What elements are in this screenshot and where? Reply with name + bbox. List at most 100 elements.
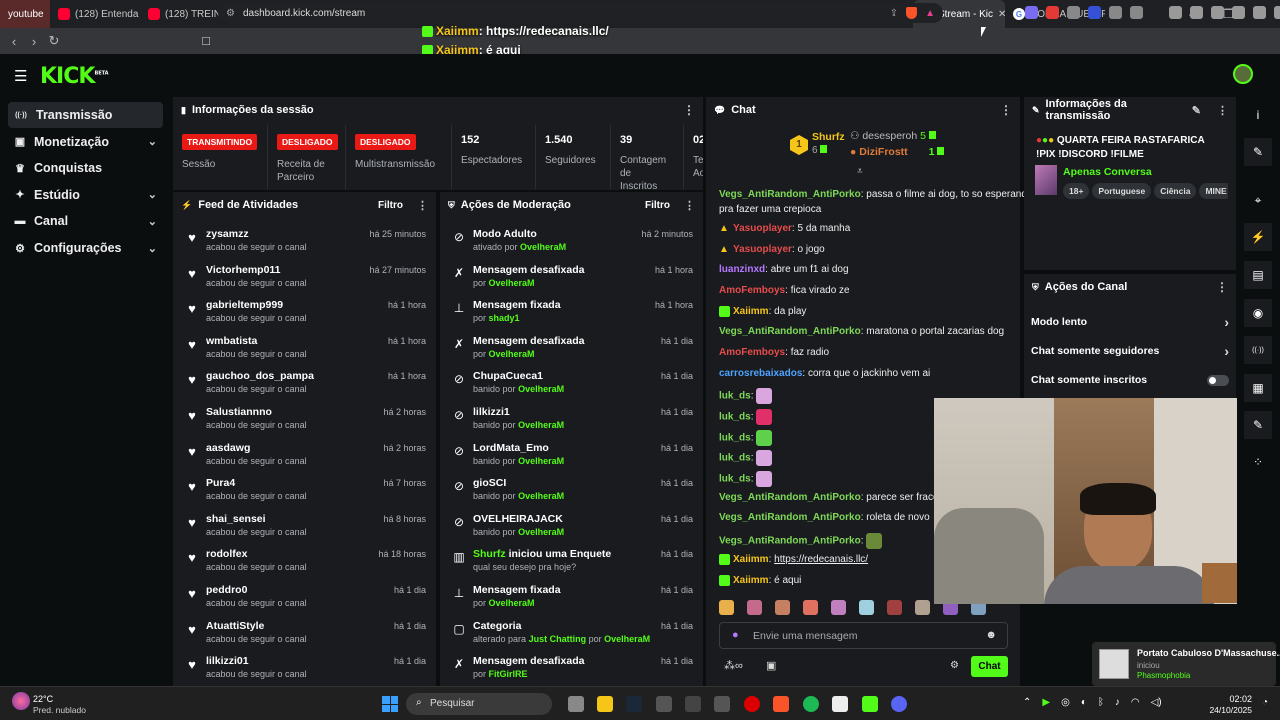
sidebar-item[interactable]: ▣ Monetização ⌄ [8,129,163,155]
notification-bell-icon[interactable]: ◔ [1262,697,1268,708]
list-icon[interactable]: ▤ [1244,261,1272,289]
sidebar-item[interactable]: ((·)) Transmissão [8,102,163,128]
activity-user[interactable]: aasdawg [206,442,250,454]
tray-app-icon[interactable]: ▶ [1042,697,1050,708]
chat-input[interactable]: ● Envie uma mensagem ☻ [719,622,1008,649]
emote-icon[interactable] [775,600,790,615]
points-icon[interactable]: ⁂∞ [724,659,743,672]
stream-tag[interactable]: Ciência [1154,183,1197,199]
extension-icon[interactable] [1088,6,1101,19]
top-user-row[interactable]: ⚇ desesperoh 5 [850,130,936,142]
chat-username[interactable]: luk_ds [719,391,751,402]
extension-icon[interactable] [1130,6,1143,19]
chat-username[interactable]: Xaiimm [733,554,769,565]
activity-user[interactable]: shai_sensei [206,513,266,525]
sidebar-item[interactable]: ⚙ Configurações ⌄ [8,235,163,261]
chat-username[interactable]: AmoFemboys [719,347,785,358]
moderator-name[interactable]: OvelheraM [489,349,535,359]
chevron-up-icon[interactable]: ⌃ [1023,697,1031,708]
file-icon[interactable] [832,696,848,712]
chat-username[interactable]: Vegs_AntiRandom_AntiPorko [719,512,861,523]
kebab-menu-icon[interactable]: ⋮ [684,199,695,212]
close-icon[interactable]: ✕ [998,9,1005,20]
moderator-name[interactable]: Just Chatting [529,634,587,644]
kick-app-icon[interactable] [862,696,878,712]
bookmark-icon[interactable]: ☐ [196,35,216,48]
spotify-icon[interactable] [803,696,819,712]
emote-icon[interactable] [756,471,773,487]
sidebar-item[interactable]: ✦ Estúdio ⌄ [8,182,163,208]
opera-icon[interactable] [744,696,760,712]
settings-gear-icon[interactable]: ⚙ [950,660,959,671]
activity-user[interactable]: gauchoo_dos_pampa [206,370,314,382]
avatar[interactable] [1233,64,1253,84]
hamburger-icon[interactable]: ☰ [14,67,27,85]
chat-username[interactable]: Yasuoplayer [733,244,792,255]
browser-tab[interactable]: (128) Entenda o [50,0,140,28]
kebab-menu-icon[interactable]: ⋮ [417,199,428,212]
activity-filter-button[interactable]: Filtro [378,200,403,211]
moderator-name[interactable]: OvelheraM [518,527,564,537]
chat-username[interactable]: luk_ds [719,453,751,464]
moderator-name[interactable]: OvelheraM [518,491,564,501]
emote-icon[interactable] [887,600,902,615]
clock-date[interactable]: 24/10/2025 [1206,705,1252,715]
collapse-icon[interactable]: ⩡ [857,166,863,177]
moderator-name[interactable]: OvelheraM [518,384,564,394]
discord-icon[interactable] [891,696,907,712]
moderator-name[interactable]: OvelheraM [489,278,535,288]
emote-icon[interactable] [756,409,773,425]
edit-icon[interactable]: ✎ [1192,104,1201,117]
channel-action[interactable]: Chat somente inscritos [1025,367,1235,393]
chat-username[interactable]: carrosrebaixados [719,368,802,379]
top-user-name[interactable]: Shurfz [812,131,845,143]
app-icon[interactable] [656,696,672,712]
kebab-menu-icon[interactable]: ⋮ [1216,280,1228,294]
chat-username[interactable]: Vegs_AntiRandom_AntiPorko [719,189,861,200]
wrench-icon[interactable]: ✎ [1244,411,1272,439]
emote-icon[interactable] [747,600,762,615]
activity-user[interactable]: Pura4 [206,477,235,489]
clock-time[interactable]: 02:02 [1226,694,1252,704]
kebab-menu-icon[interactable]: ⋮ [683,103,695,117]
kebab-menu-icon[interactable]: ⋮ [1217,104,1228,117]
extension-icon[interactable] [1046,6,1059,19]
weather-icon[interactable] [12,692,30,710]
tray-app-icon[interactable]: ◐ [1081,697,1087,708]
brave-shield-icon[interactable] [906,7,918,19]
media-icon[interactable] [1169,6,1182,19]
emote-icon[interactable] [831,600,846,615]
moderation-filter-button[interactable]: Filtro [645,200,670,211]
back-icon[interactable]: ‹ [4,34,24,49]
activity-user[interactable]: AtuattiStyle [206,620,264,632]
lightning-icon[interactable]: ⚡ [1244,223,1272,251]
volume-icon[interactable]: ◁) [1151,697,1162,708]
moderator-name[interactable]: shady1 [489,313,520,323]
activity-user[interactable]: peddro0 [206,584,247,596]
emote-icon[interactable] [859,600,874,615]
category-link[interactable]: Apenas Conversa [1063,166,1152,178]
sidebar-item[interactable]: ▬ Canal ⌄ [8,208,163,234]
puzzle-icon[interactable] [1109,6,1122,19]
moderator-name[interactable]: OvelheraM [518,456,564,466]
stream-tag[interactable]: MINE [1199,183,1228,199]
activity-user[interactable]: rodolfex [206,548,247,560]
graph-icon[interactable]: ⁘ [1244,448,1272,476]
sidebar-item[interactable]: ♛ Conquistas [8,155,163,181]
activity-user[interactable]: Salustiannno [206,406,272,418]
toggle-switch[interactable] [1207,374,1229,386]
top-user-row[interactable]: ● DiziFrostt 1 [850,146,945,158]
activity-user[interactable]: lilkizzi01 [206,655,249,667]
notification-toast[interactable]: Portato Cabuloso D'Massachuse... iniciou… [1092,642,1280,686]
emote-icon[interactable] [803,600,818,615]
profile-icon[interactable] [1232,6,1245,19]
layout-icon[interactable]: ▦ [1244,374,1272,402]
taskbar-search[interactable]: ⌕ Pesquisar [406,693,552,715]
activity-user[interactable]: wmbatista [206,335,257,347]
emote-icon[interactable] [719,600,734,615]
moderation-user[interactable]: Shurfz [473,548,506,560]
activity-user[interactable]: zysamzz [206,228,249,240]
chat-username[interactable]: Yasuoplayer [733,223,792,234]
channel-action[interactable]: Chat somente seguidores › [1025,338,1235,364]
chat-username[interactable]: AmoFemboys [719,285,785,296]
